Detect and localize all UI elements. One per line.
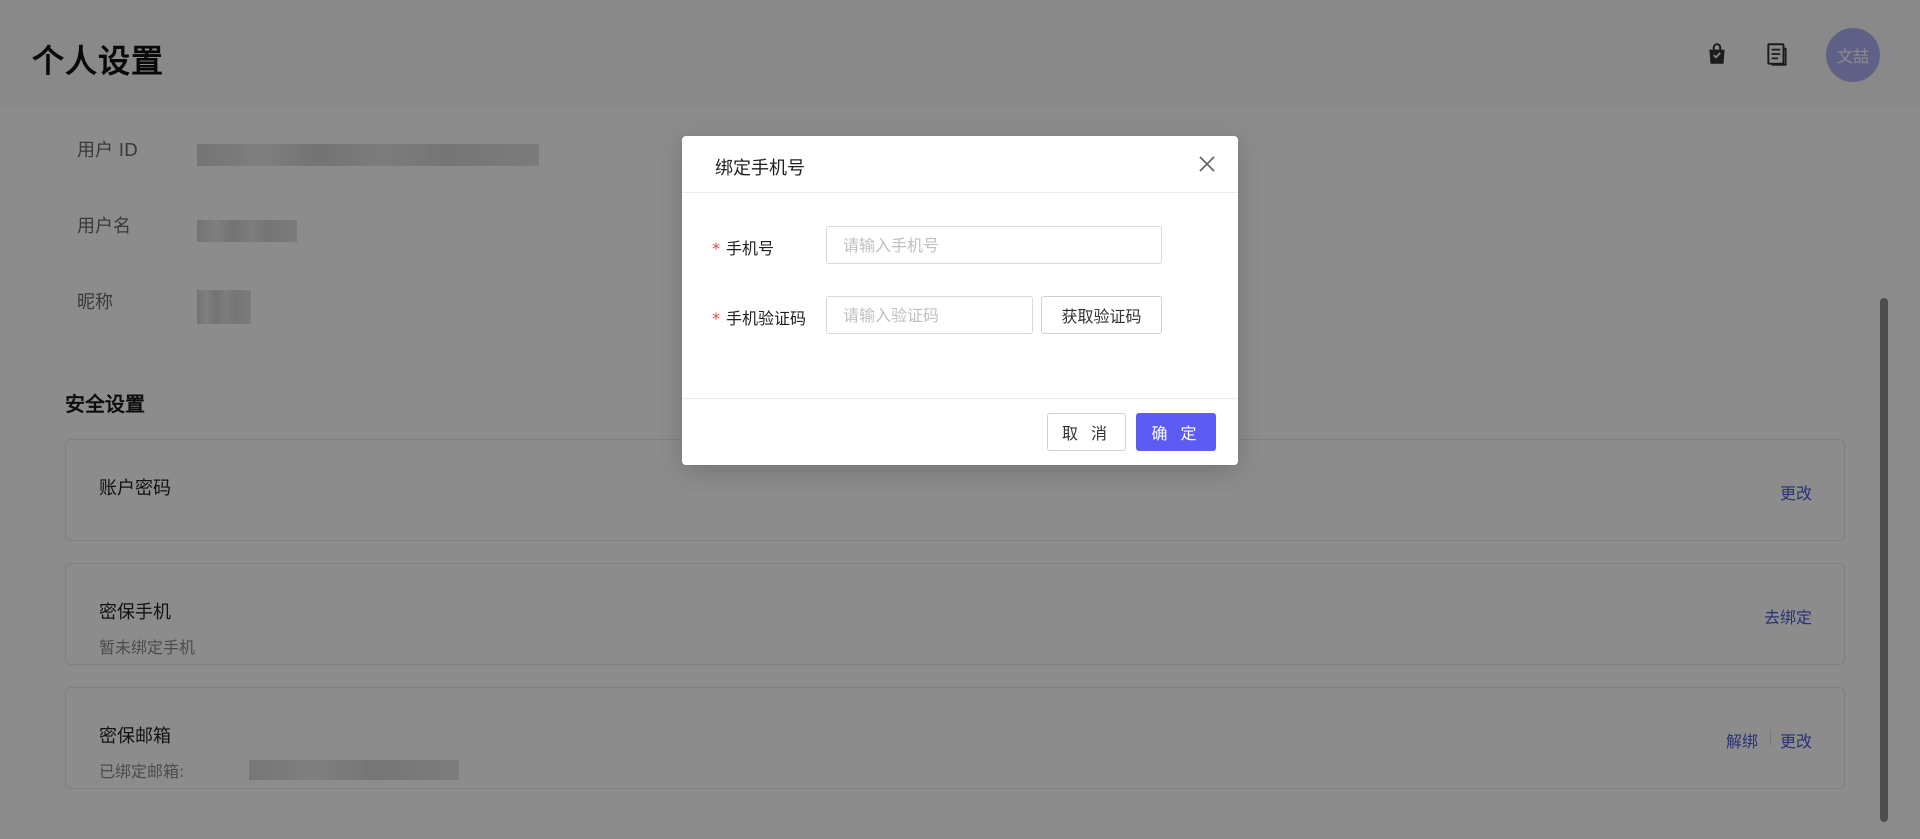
code-label-text: 手机验证码	[726, 309, 807, 328]
phone-input[interactable]	[826, 226, 1162, 264]
cancel-button[interactable]: 取 消	[1047, 413, 1126, 451]
phone-label-text: 手机号	[726, 239, 775, 258]
verification-code-input[interactable]	[826, 296, 1033, 334]
phone-label: * 手机号	[712, 235, 774, 259]
bind-phone-dialog: 绑定手机号 * 手机号 * 手机验证码 获取验证码 取 消 确 定	[682, 136, 1238, 465]
dialog-title: 绑定手机号	[715, 158, 805, 179]
dialog-header: 绑定手机号	[682, 136, 1238, 193]
dialog-footer: 取 消 确 定	[682, 398, 1238, 465]
code-label: * 手机验证码	[712, 305, 806, 329]
phone-form-row: * 手机号	[682, 226, 1238, 264]
get-code-button[interactable]: 获取验证码	[1041, 296, 1162, 334]
required-mark: *	[712, 309, 720, 328]
close-icon[interactable]	[1196, 153, 1218, 175]
required-mark: *	[712, 239, 720, 258]
code-form-row: * 手机验证码 获取验证码	[682, 296, 1238, 334]
confirm-button[interactable]: 确 定	[1136, 413, 1216, 451]
close-icon-graphic	[1199, 156, 1215, 172]
